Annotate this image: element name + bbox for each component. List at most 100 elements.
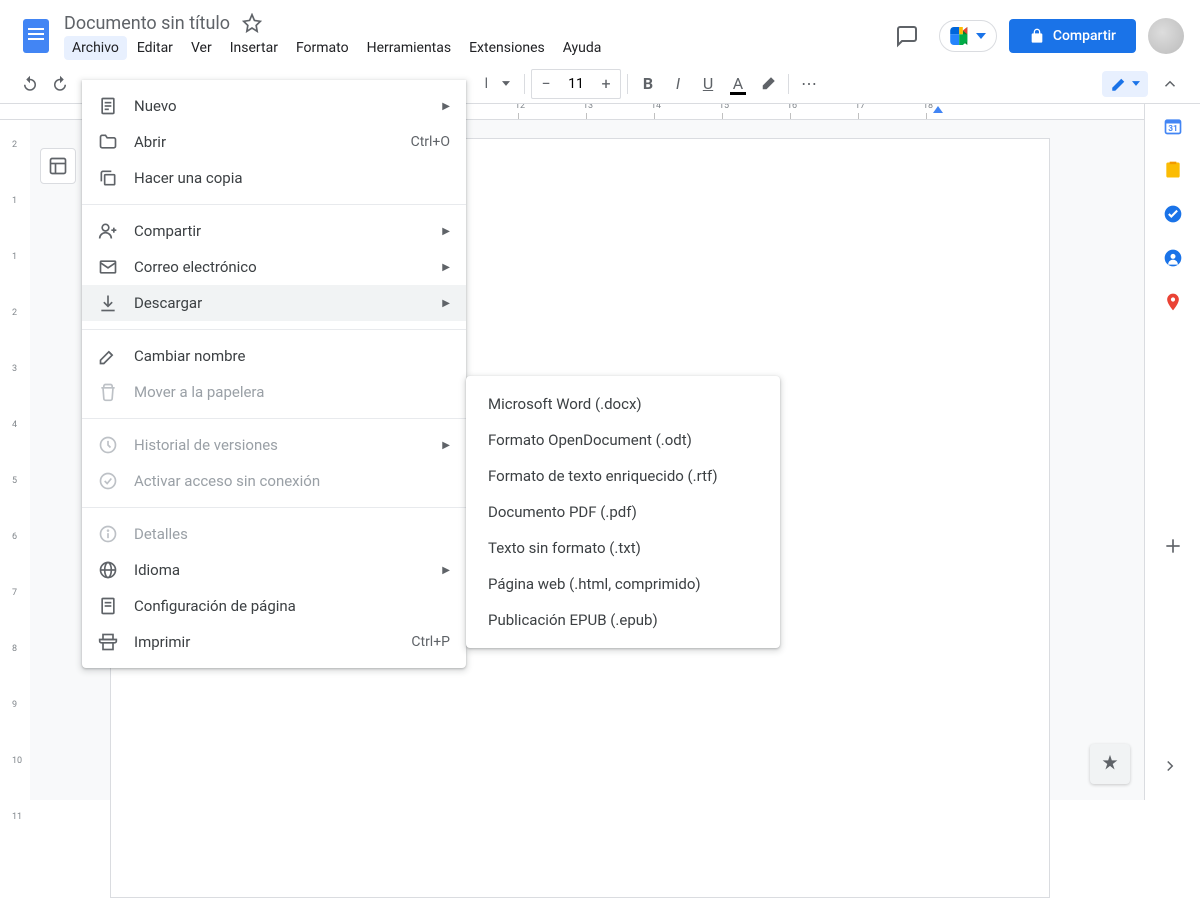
folder-icon [98,132,118,152]
bold-button[interactable]: B [634,70,662,98]
chevron-down-icon [1132,81,1140,86]
more-button[interactable]: ⋯ [795,70,823,98]
share-button[interactable]: Compartir [1009,19,1136,53]
mail-icon [98,257,118,277]
menu-item-mover-a-la-papelera: Mover a la papelera [82,374,466,410]
download-option[interactable]: Formato OpenDocument (.odt) [466,422,780,458]
undo-button[interactable] [16,70,44,98]
italic-button[interactable]: I [664,70,692,98]
download-option[interactable]: Formato de texto enriquecido (.rtf) [466,458,780,494]
star-icon[interactable] [242,13,262,33]
menu-item-hacer-una-copia[interactable]: Hacer una copia [82,160,466,196]
chevron-down-icon [976,33,986,39]
menu-editar[interactable]: Editar [129,36,181,60]
collapse-button[interactable] [1156,70,1184,98]
menu-item-label: Imprimir [134,633,395,651]
menu-item-label: Idioma [134,561,426,579]
print-icon [98,632,118,652]
menu-item-label: Descargar [134,294,426,312]
lock-icon [1029,28,1045,44]
docs-logo[interactable] [16,16,56,56]
underline-button[interactable]: U [694,70,722,98]
outline-toggle[interactable] [40,148,76,184]
submenu-arrow-icon: ▶ [442,101,450,112]
download-option[interactable]: Texto sin formato (.txt) [466,530,780,566]
menu-item-label: Historial de versiones [134,436,426,454]
download-option[interactable]: Publicación EPUB (.epub) [466,602,780,638]
tasks-icon[interactable] [1163,204,1183,224]
submenu-arrow-icon: ▶ [442,565,450,576]
pencil-icon [1110,75,1128,93]
submenu-arrow-icon: ▶ [442,440,450,451]
trash-icon [98,382,118,402]
menu-item-idioma[interactable]: Idioma ▶ [82,552,466,588]
calendar-icon[interactable]: 31 [1163,116,1183,136]
hide-sidepanel-button[interactable] [1152,748,1188,784]
font-size-control: − 11 + [531,69,621,99]
menu-item-label: Nuevo [134,97,426,115]
font-size-increase[interactable]: + [592,70,620,98]
account-avatar[interactable] [1148,18,1184,54]
menu-archivo[interactable]: Archivo [64,36,127,60]
menubar: ArchivoEditarVerInsertarFormatoHerramien… [64,36,887,60]
font-size-decrease[interactable]: − [532,70,560,98]
menu-item-label: Cambiar nombre [134,347,450,365]
menu-item-correo-electrónico[interactable]: Correo electrónico ▶ [82,249,466,285]
contacts-icon[interactable] [1163,248,1183,268]
keep-icon[interactable] [1163,160,1183,180]
text-color-button[interactable]: A [724,70,752,98]
editing-mode-button[interactable] [1102,71,1148,97]
menu-item-compartir[interactable]: Compartir▶ [82,213,466,249]
menu-item-imprimir[interactable]: ImprimirCtrl+P [82,624,466,660]
download-submenu: Microsoft Word (.docx)Formato OpenDocume… [466,376,780,648]
explore-button[interactable] [1090,744,1130,784]
submenu-arrow-icon: ▶ [442,262,450,273]
submenu-arrow-icon: ▶ [442,226,450,237]
menu-item-abrir[interactable]: AbrirCtrl+O [82,124,466,160]
menu-herramientas[interactable]: Herramientas [359,36,460,60]
copy-icon [98,168,118,188]
vertical-ruler: 211234567891011 [0,120,30,800]
svg-text:31: 31 [1168,124,1178,134]
submenu-arrow-icon: ▶ [442,298,450,309]
menu-item-label: Detalles [134,525,450,543]
page-setup-icon [98,596,118,616]
menu-item-nuevo[interactable]: Nuevo ▶ [82,88,466,124]
file-menu-dropdown: Nuevo ▶ AbrirCtrl+O Hacer una copia Comparti… [82,80,466,668]
history-icon [98,435,118,455]
menu-item-activar-acceso-sin-conexión: Activar acceso sin conexión [82,463,466,499]
globe-icon [98,560,118,580]
font-size-value[interactable]: 11 [560,76,592,92]
menu-insertar[interactable]: Insertar [222,36,286,60]
person-add-icon [98,221,118,241]
download-option[interactable]: Página web (.html, comprimido) [466,566,780,602]
add-addon-button[interactable] [1163,536,1183,556]
menu-item-label: Configuración de página [134,597,450,615]
menu-ver[interactable]: Ver [183,36,220,60]
menu-extensiones[interactable]: Extensiones [461,36,553,60]
maps-icon[interactable] [1163,292,1183,312]
menu-item-descargar[interactable]: Descargar ▶ [82,285,466,321]
redo-button[interactable] [46,70,74,98]
download-icon [98,293,118,313]
share-button-label: Compartir [1053,28,1116,44]
menu-item-cambiar-nombre[interactable]: Cambiar nombre [82,338,466,374]
menu-ayuda[interactable]: Ayuda [555,36,610,60]
menu-item-label: Hacer una copia [134,169,450,187]
menu-item-label: Abrir [134,133,395,151]
menu-item-configuración-de-página[interactable]: Configuración de página [82,588,466,624]
font-selector[interactable]: l [458,76,518,92]
download-option[interactable]: Documento PDF (.pdf) [466,494,780,530]
offline-icon [98,471,118,491]
menu-item-label: Mover a la papelera [134,383,450,401]
rename-icon [98,346,118,366]
document-title[interactable]: Documento sin título [64,13,230,34]
highlight-button[interactable] [754,70,782,98]
menu-item-label: Correo electrónico [134,258,426,276]
doc-icon [98,96,118,116]
download-option[interactable]: Microsoft Word (.docx) [466,386,780,422]
side-panel: 31 [1144,104,1200,800]
menu-formato[interactable]: Formato [288,36,357,60]
meet-button[interactable] [939,20,997,52]
comments-icon[interactable] [887,16,927,56]
